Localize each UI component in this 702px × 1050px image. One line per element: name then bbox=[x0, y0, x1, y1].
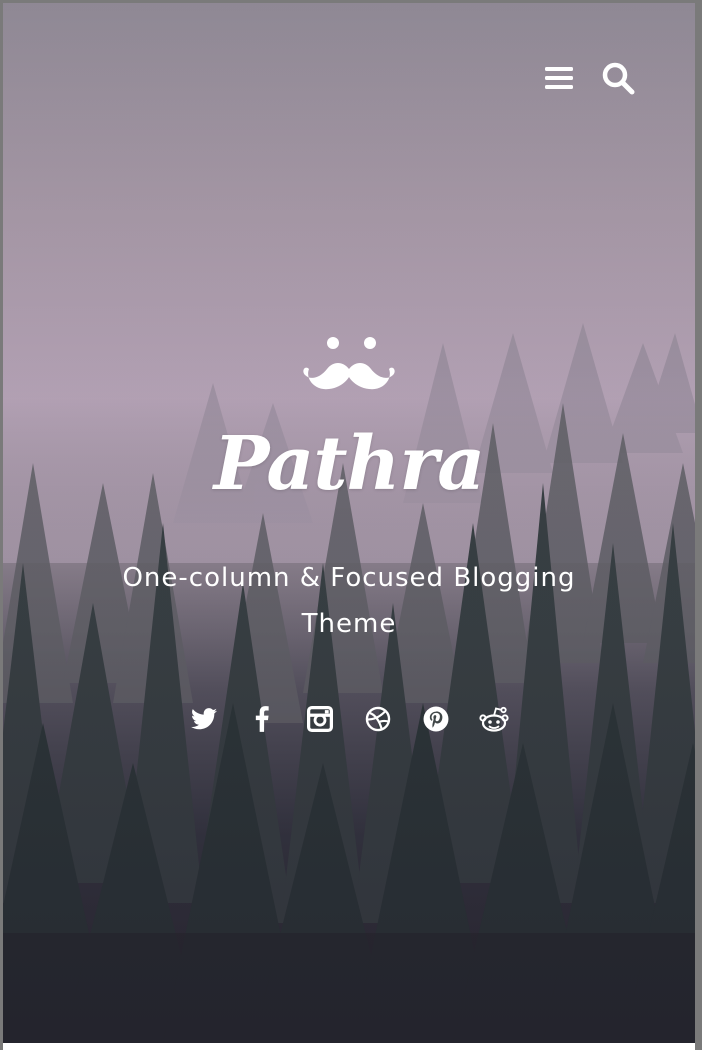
search-icon[interactable] bbox=[601, 61, 635, 95]
hero-overlay bbox=[3, 3, 695, 1043]
hero-header: Pathra One-column & Focused Blogging The… bbox=[3, 3, 695, 1043]
menu-icon[interactable] bbox=[542, 61, 576, 95]
social-links bbox=[3, 703, 695, 735]
twitter-icon[interactable] bbox=[188, 703, 220, 735]
pinterest-icon[interactable] bbox=[420, 703, 452, 735]
site-tagline: One-column & Focused Blogging Theme bbox=[122, 563, 576, 639]
facebook-icon[interactable] bbox=[246, 703, 278, 735]
instagram-icon[interactable] bbox=[304, 703, 336, 735]
mustache-logo-icon bbox=[299, 331, 399, 395]
site-title[interactable]: Pathra bbox=[3, 421, 695, 507]
page-frame: Pathra One-column & Focused Blogging The… bbox=[3, 3, 695, 1050]
dribbble-icon[interactable] bbox=[362, 703, 394, 735]
reddit-icon[interactable] bbox=[478, 703, 510, 735]
